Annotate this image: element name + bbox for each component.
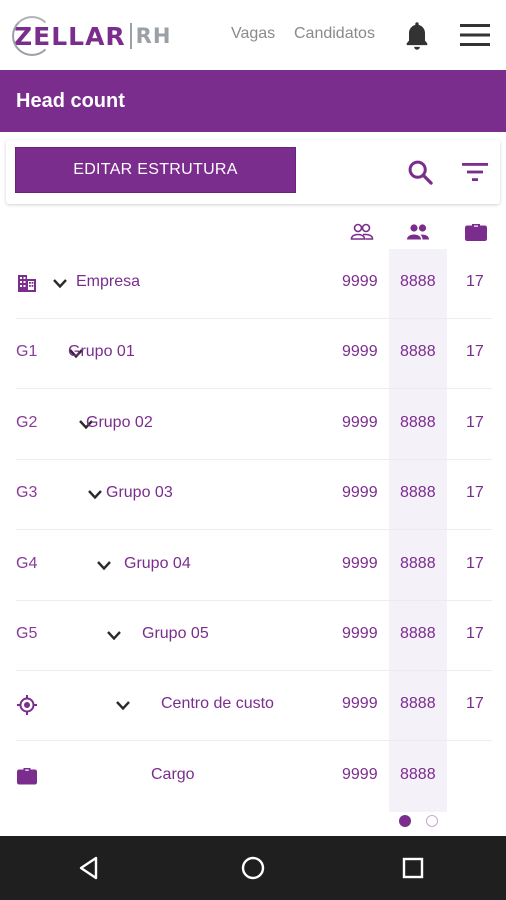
- chevron-down-icon[interactable]: [115, 699, 131, 711]
- logo-separator: [129, 23, 132, 49]
- top-bar: ZELLAR RH Vagas Candidatos: [0, 0, 506, 70]
- group-code: G3: [16, 484, 38, 502]
- row-label: Empresa: [76, 273, 141, 290]
- chevron-down-icon[interactable]: [96, 559, 112, 571]
- target-icon: [17, 695, 37, 716]
- home-icon[interactable]: [239, 854, 267, 882]
- count-col-1: 9999: [342, 554, 378, 572]
- list-item[interactable]: G5 Grupo 05 9999 8888 17: [16, 601, 492, 671]
- nav-link-vagas[interactable]: Vagas: [231, 25, 275, 43]
- count-col-1: 9999: [342, 695, 378, 713]
- list-item[interactable]: G2 Grupo 02 9999 8888 17: [16, 390, 492, 460]
- logo-ring: [12, 16, 52, 56]
- chevron-down-icon[interactable]: [87, 488, 103, 500]
- list-item[interactable]: G3 Grupo 03 9999 8888 17: [16, 460, 492, 531]
- building-icon: [18, 275, 36, 292]
- count-col-3: 17: [466, 343, 484, 361]
- count-col-2: 8888: [400, 765, 436, 783]
- people-outline-icon[interactable]: [350, 222, 374, 242]
- chevron-down-icon[interactable]: [106, 629, 122, 641]
- count-col-1: 9999: [342, 413, 378, 431]
- count-col-1: 9999: [342, 273, 378, 290]
- people-filled-icon[interactable]: [406, 222, 430, 242]
- filter-icon[interactable]: [461, 160, 489, 184]
- count-col-3: 17: [466, 554, 484, 572]
- count-col-1: 9999: [342, 625, 378, 642]
- count-col-2: 8888: [400, 273, 436, 290]
- app-screen: ZELLAR RH Vagas Candidatos Head count ED…: [0, 0, 506, 900]
- briefcase-icon: [17, 767, 37, 785]
- hamburger-menu-icon[interactable]: [460, 23, 490, 47]
- count-col-2: 8888: [400, 554, 436, 572]
- count-col-2: 8888: [400, 484, 436, 502]
- logo-suffix: RH: [135, 24, 172, 48]
- group-code: G5: [16, 625, 38, 642]
- list-item[interactable]: G4 Grupo 04 9999 8888 17: [16, 531, 492, 601]
- count-col-2: 8888: [400, 413, 436, 431]
- count-col-2: 8888: [400, 625, 436, 642]
- row-label: Grupo 04: [124, 554, 191, 572]
- row-label: Grupo 01: [68, 343, 135, 361]
- count-col-3: 17: [466, 273, 484, 290]
- list-item[interactable]: Empresa 9999 8888 17: [16, 249, 492, 319]
- group-code: G2: [16, 413, 38, 431]
- count-col-2: 8888: [400, 695, 436, 713]
- count-col-1: 9999: [342, 484, 378, 502]
- briefcase-icon[interactable]: [464, 222, 488, 242]
- list-item[interactable]: Centro de custo 9999 8888 17: [16, 671, 492, 742]
- count-col-1: 9999: [342, 343, 378, 361]
- bell-icon[interactable]: [403, 20, 431, 52]
- row-label: Cargo: [151, 765, 195, 783]
- group-code: G4: [16, 554, 38, 572]
- row-label: Grupo 02: [86, 413, 153, 431]
- count-col-1: 9999: [342, 765, 378, 783]
- zellar-logo[interactable]: ZELLAR RH: [12, 16, 172, 56]
- search-icon[interactable]: [406, 158, 434, 186]
- chevron-down-icon[interactable]: [52, 277, 68, 289]
- toolbar: EDITAR ESTRUTURA: [6, 140, 500, 204]
- back-icon[interactable]: [75, 854, 103, 882]
- list-item[interactable]: G1 Grupo 01 9999 8888 17: [16, 319, 492, 390]
- recents-icon[interactable]: [399, 854, 427, 882]
- count-col-3: 17: [466, 695, 484, 713]
- row-label: Grupo 03: [106, 484, 173, 502]
- title-bar: Head count: [0, 70, 506, 132]
- pager-dot-active[interactable]: [399, 815, 411, 827]
- list-item[interactable]: Cargo 9999 8888: [16, 742, 492, 812]
- nav-link-candidatos[interactable]: Candidatos: [294, 25, 375, 43]
- count-col-3: 17: [466, 625, 484, 642]
- count-col-3: 17: [466, 484, 484, 502]
- count-col-2: 8888: [400, 343, 436, 361]
- count-col-3: 17: [466, 413, 484, 431]
- edit-structure-button[interactable]: EDITAR ESTRUTURA: [15, 147, 296, 193]
- page-title: Head count: [16, 90, 125, 112]
- android-nav-bar: [0, 836, 506, 900]
- group-code: G1: [16, 343, 38, 361]
- row-label: Grupo 05: [142, 625, 209, 642]
- pager-dot[interactable]: [426, 815, 438, 827]
- row-label: Centro de custo: [161, 695, 274, 713]
